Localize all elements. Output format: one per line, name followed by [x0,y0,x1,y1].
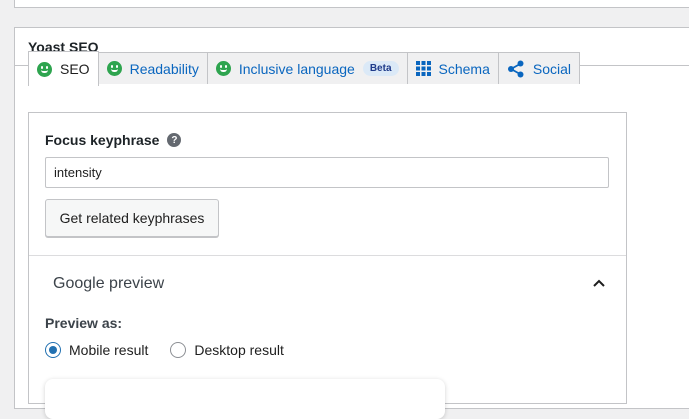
share-icon [507,60,524,77]
smiley-face-icon [37,61,52,77]
previous-metabox [14,0,689,8]
mobile-result-option[interactable]: Mobile result [45,342,148,358]
focus-keyphrase-label: Focus keyphrase [45,132,160,148]
tab-schema[interactable]: Schema [407,52,499,84]
help-icon[interactable]: ? [167,133,182,147]
tab-inclusive-language[interactable]: Inclusive language Beta [207,52,408,84]
grid-icon [415,61,431,76]
preview-mode-radios: Mobile result Desktop result [45,342,284,358]
focus-keyphrase-row: Focus keyphrase ? [45,132,182,148]
serp-preview-card [45,379,445,419]
get-related-keyphrases-button[interactable]: Get related keyphrases [45,199,219,237]
yoast-tabs: SEO Readability Inclusive language Beta … [28,51,581,86]
desktop-result-radio[interactable] [170,342,187,358]
preview-as-label: Preview as: [45,315,123,331]
tab-label: Social [532,60,572,77]
tab-seo[interactable]: SEO [28,51,99,86]
tab-social[interactable]: Social [498,52,581,84]
radio-label: Desktop result [194,342,284,358]
radio-label: Mobile result [69,342,149,358]
seo-tab-panel: Focus keyphrase ? intensity Get related … [28,112,627,419]
smiley-face-icon [215,61,231,76]
mobile-result-radio[interactable] [45,342,61,358]
tab-label: Readability [129,60,199,77]
tab-readability[interactable]: Readability [98,52,208,84]
tab-label: Inclusive language [238,60,355,77]
google-preview-title[interactable]: Google preview [53,275,164,293]
beta-badge: Beta [362,61,399,76]
tab-label: SEO [60,61,90,77]
chevron-up-icon[interactable] [592,276,606,290]
smiley-face-icon [106,61,122,76]
desktop-result-option[interactable]: Desktop result [170,342,284,358]
tab-label: Schema [438,60,490,77]
divider [29,255,626,256]
focus-keyphrase-input[interactable]: intensity [45,157,609,188]
